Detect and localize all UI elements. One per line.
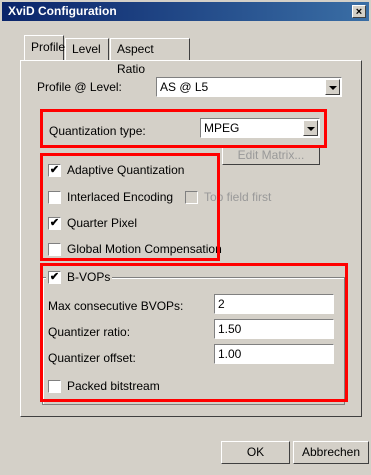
cancel-button[interactable]: Abbrechen <box>293 441 369 464</box>
profile-level-label: Profile @ Level: <box>37 80 122 94</box>
close-icon[interactable]: × <box>352 5 366 18</box>
tab-aspect-ratio[interactable]: Aspect Ratio <box>110 38 190 76</box>
tab-profile[interactable]: Profile <box>24 35 65 60</box>
window-title: XviD Configuration <box>8 4 117 18</box>
highlight-box-quantization <box>40 109 327 148</box>
highlight-box-bvops <box>40 263 348 402</box>
xvid-configuration-dialog: XviD Configuration × Profile Level Aspec… <box>0 0 371 475</box>
chevron-down-icon[interactable] <box>325 79 340 95</box>
ok-button[interactable]: OK <box>221 441 290 464</box>
highlight-box-options <box>40 153 220 261</box>
tab-level[interactable]: Level <box>65 38 109 60</box>
title-bar: XviD Configuration × <box>2 2 369 21</box>
profile-level-value: AS @ L5 <box>160 80 209 94</box>
profile-level-select[interactable]: AS @ L5 <box>156 77 342 97</box>
edit-matrix-button[interactable]: Edit Matrix... <box>222 145 320 165</box>
